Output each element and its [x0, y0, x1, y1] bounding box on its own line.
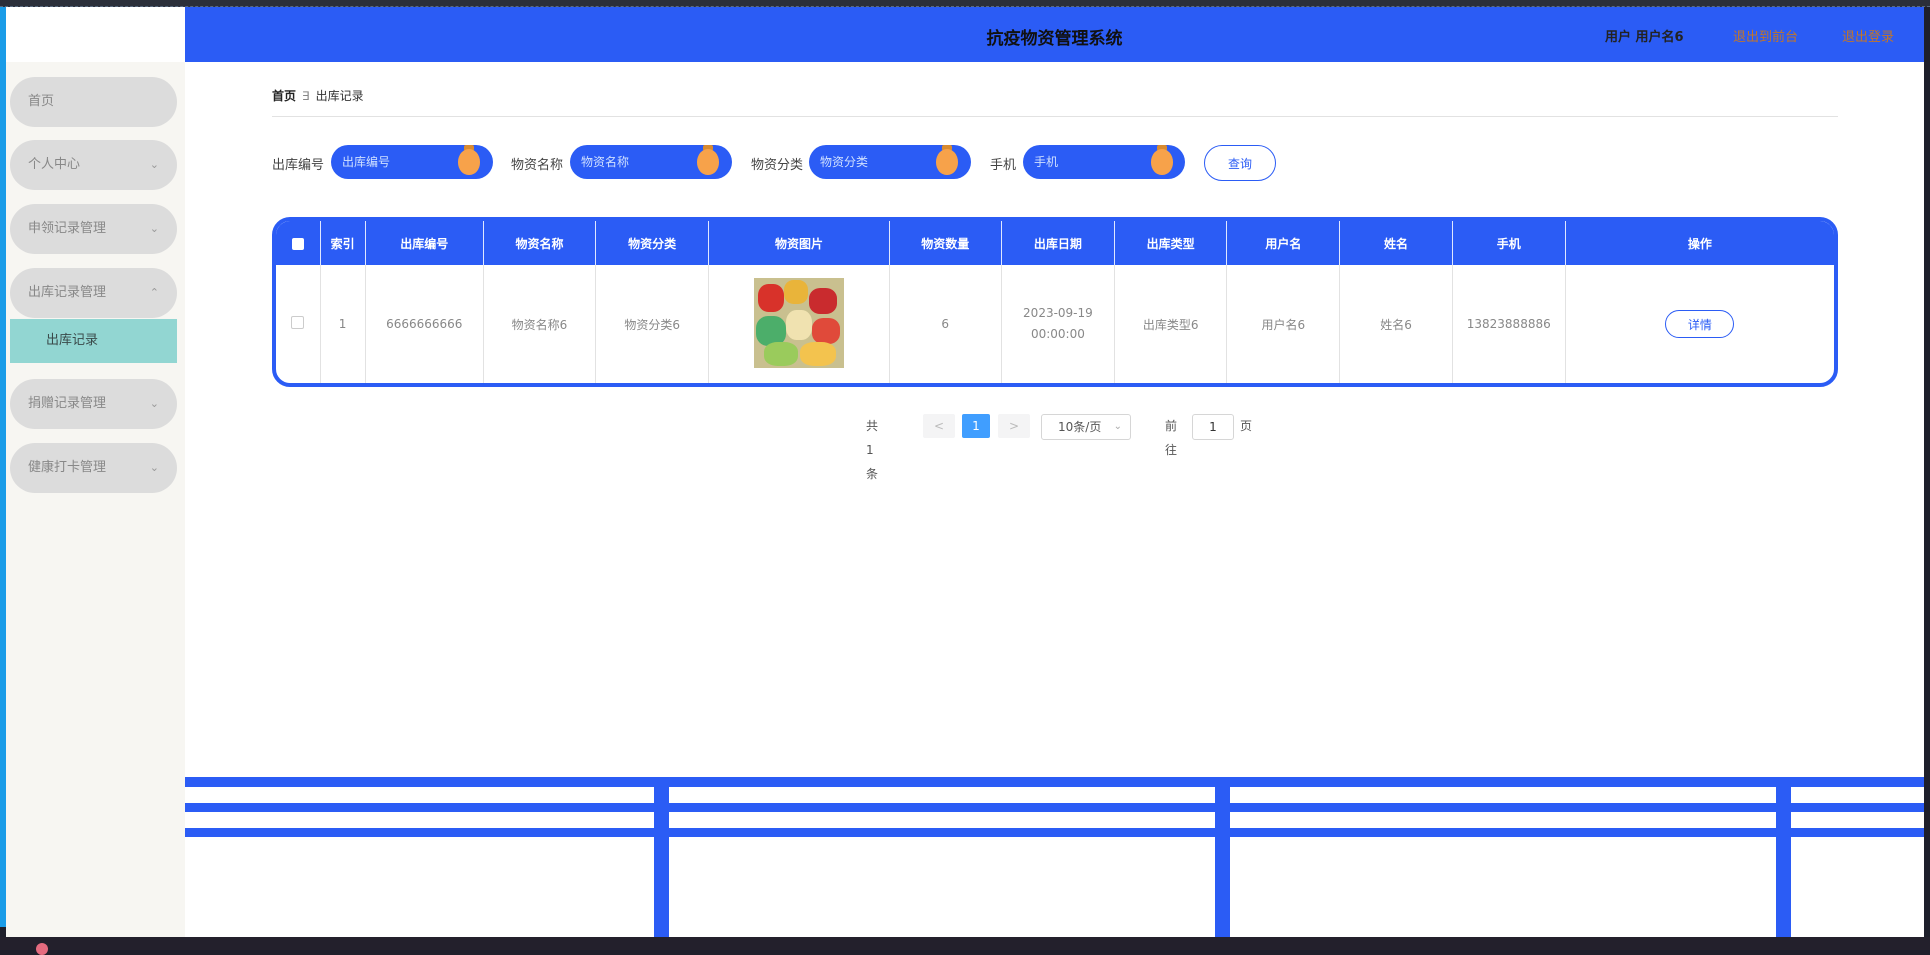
cell-code: 6666666666: [365, 265, 484, 383]
app-dot-icon: [36, 943, 48, 955]
column-header: 出库编号: [365, 221, 484, 265]
row-checkbox[interactable]: [291, 316, 305, 329]
search-label-phone: 手机: [990, 158, 1017, 173]
page-size-select[interactable]: 10条/页 ⌄: [1041, 414, 1131, 440]
sidebar-item-profile[interactable]: 个人中心 ⌄: [10, 140, 177, 190]
search-label-name: 物资名称: [511, 158, 564, 173]
screen: 首页 个人中心 ⌄ 申领记录管理 ⌄ 出库记录管理 ⌃ 出库记录 捐赠记录管理 …: [0, 0, 1930, 955]
grid-column: [654, 777, 669, 937]
cell-phone: 13823888886: [1452, 265, 1566, 383]
chevron-down-icon: ⌄: [149, 158, 159, 171]
sidebar-item-claim-records[interactable]: 申领记录管理 ⌄: [10, 204, 177, 254]
cell-name: 物资名称6: [483, 265, 597, 383]
pagination-total: 共 1 条: [866, 419, 879, 481]
breadcrumb: 首页 ∃ 出库记录: [272, 87, 1838, 117]
select-all-checkbox[interactable]: [291, 237, 304, 250]
column-header: 物资名称: [483, 221, 597, 265]
grid-column: [1776, 777, 1791, 937]
search-label-category: 物资分类: [751, 158, 804, 173]
row-select-cell[interactable]: [276, 265, 321, 383]
user-info: 用户 用户名6: [1605, 30, 1684, 45]
column-header: 物资图片: [708, 221, 890, 265]
sidebar-subitem-outbound[interactable]: 出库记录: [10, 319, 177, 363]
breadcrumb-separator: ∃: [302, 89, 310, 103]
sidebar: 首页 个人中心 ⌄ 申领记录管理 ⌄ 出库记录管理 ⌃ 出库记录 捐赠记录管理 …: [6, 7, 185, 937]
column-header: 索引: [320, 221, 366, 265]
cell-quantity: 6: [889, 265, 1002, 383]
breadcrumb-current: 出库记录: [315, 89, 364, 103]
sidebar-top: [6, 7, 185, 62]
sidebar-item-health-checkin[interactable]: 健康打卡管理 ⌄: [10, 443, 177, 493]
search-button[interactable]: 查询: [1204, 145, 1276, 181]
next-page-button[interactable]: >: [998, 414, 1030, 438]
column-header: 用户名: [1226, 221, 1341, 265]
window-top-border: [0, 0, 1930, 7]
medal-icon: [1151, 145, 1173, 175]
breadcrumb-home[interactable]: 首页: [272, 89, 296, 103]
app-window: 首页 个人中心 ⌄ 申领记录管理 ⌄ 出库记录管理 ⌃ 出库记录 捐赠记录管理 …: [6, 7, 1924, 937]
data-table: 索引 出库编号 物资名称 物资分类 物资图片 物资数量 出库日期 出库类型 用户…: [276, 221, 1834, 383]
goto-page-input[interactable]: [1192, 414, 1234, 440]
grid-line: [185, 828, 1924, 837]
cell-type: 出库类型6: [1114, 265, 1228, 383]
page-size-value: 10条/页: [1058, 420, 1102, 434]
sidebar-item-label: 健康打卡管理: [28, 460, 107, 475]
grid-line: [185, 803, 1924, 812]
cell-realname: 姓名6: [1339, 265, 1453, 383]
medal-icon: [697, 145, 719, 175]
search-label-code: 出库编号: [272, 158, 325, 173]
supply-image[interactable]: [753, 277, 844, 368]
column-header: 姓名: [1339, 221, 1453, 265]
chevron-down-icon: ⌄: [149, 222, 159, 235]
prev-page-button[interactable]: <: [923, 414, 955, 438]
detail-button[interactable]: 详情: [1665, 310, 1735, 338]
cell-username: 用户名6: [1226, 265, 1341, 383]
goto-label: 前往: [1165, 419, 1178, 457]
column-header: 操作: [1565, 221, 1834, 265]
select-all-cell[interactable]: [276, 221, 321, 265]
cell-actions: 详情: [1565, 265, 1834, 383]
sidebar-item-label: 个人中心: [28, 157, 81, 172]
sidebar-item-home[interactable]: 首页: [10, 77, 177, 127]
sidebar-item-label: 申领记录管理: [28, 221, 107, 236]
back-to-front-link[interactable]: 退出到前台: [1733, 26, 1798, 45]
cell-date: 2023-09-19 00:00:00: [1001, 265, 1116, 383]
medal-icon: [936, 145, 958, 175]
sidebar-item-label: 首页: [28, 94, 55, 109]
chevron-down-icon: ⌄: [149, 461, 159, 474]
column-header: 手机: [1452, 221, 1566, 265]
chevron-down-icon: ⌄: [149, 397, 159, 410]
data-table-container: 索引 出库编号 物资名称 物资分类 物资图片 物资数量 出库日期 出库类型 用户…: [272, 217, 1838, 387]
sidebar-item-label: 捐赠记录管理: [28, 396, 107, 411]
sidebar-item-label: 出库记录管理: [28, 285, 107, 300]
chevron-up-icon: ⌃: [149, 286, 159, 299]
logout-link[interactable]: 退出登录: [1842, 26, 1894, 45]
table-header-row: 索引 出库编号 物资名称 物资分类 物资图片 物资数量 出库日期 出库类型 用户…: [276, 221, 1834, 265]
column-header: 物资数量: [889, 221, 1002, 265]
grid-line: [185, 777, 1924, 787]
chevron-down-icon: ⌄: [1113, 421, 1122, 432]
grid-column: [1215, 777, 1230, 937]
sidebar-item-outbound-records[interactable]: 出库记录管理 ⌃: [10, 268, 177, 318]
column-header: 出库类型: [1114, 221, 1228, 265]
cell-image: [708, 265, 890, 383]
taskbar-strip: [0, 937, 1930, 950]
page-suffix-label: 页: [1240, 419, 1253, 433]
page-1-button[interactable]: 1: [962, 414, 990, 438]
sidebar-item-donation-records[interactable]: 捐赠记录管理 ⌄: [10, 379, 177, 429]
medal-icon: [458, 145, 480, 175]
column-header: 物资分类: [595, 221, 710, 265]
column-header: 出库日期: [1001, 221, 1116, 265]
top-header: 抗疫物资管理系统 用户 用户名6 退出到前台 退出登录: [185, 7, 1924, 62]
cell-index: 1: [320, 265, 366, 383]
table-row: 1 6666666666 物资名称6 物资分类6 6 2023-09-19 00…: [276, 265, 1834, 383]
cell-category: 物资分类6: [595, 265, 710, 383]
